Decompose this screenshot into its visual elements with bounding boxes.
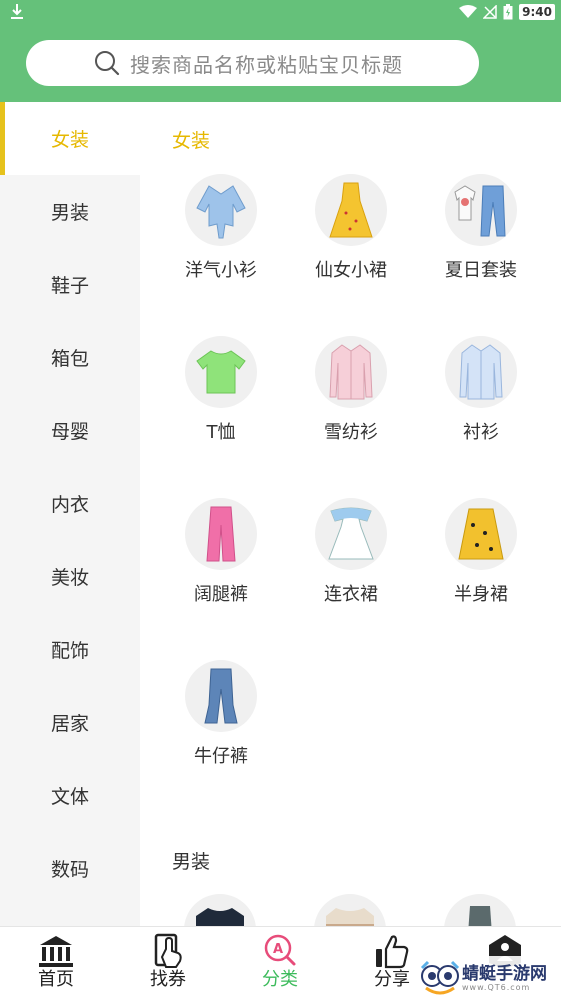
sidebar-item-label: 母婴 — [50, 421, 89, 443]
sidebar-item-label: 内衣 — [50, 494, 89, 516]
category-label: 牛仔裤 — [194, 746, 248, 767]
download-icon — [11, 4, 23, 19]
sidebar-item-shoes[interactable]: 鞋子 — [0, 248, 140, 321]
dragonfly-logo-icon — [420, 960, 460, 994]
category-item-fairy-skirt[interactable]: 仙女小裙 — [286, 174, 416, 282]
sidebar-item-label: 箱包 — [50, 348, 89, 370]
category-item-dress[interactable]: 连衣裙 — [286, 498, 416, 606]
tshirt-icon — [185, 336, 257, 408]
sidebar-item-sports[interactable]: 文体 — [0, 759, 140, 832]
nav-item-coupons[interactable]: 找券 — [112, 927, 224, 999]
sidebar-item-baby[interactable]: 母婴 — [0, 394, 140, 467]
sidebar-item-label: 女装 — [50, 129, 89, 151]
category-label: 衬衫 — [463, 422, 499, 443]
category-item-chiffon[interactable]: 雪纺衫 — [286, 336, 416, 444]
category-item-wide-pants[interactable]: 阔腿裤 — [156, 498, 286, 606]
dress-icon — [315, 498, 387, 570]
nav-label: 首页 — [38, 969, 74, 990]
nav-label: 找券 — [150, 969, 186, 990]
wifi-icon — [459, 5, 478, 18]
yellow-dress-icon — [315, 174, 387, 246]
sidebar-item-label: 男装 — [50, 202, 89, 224]
sidebar-item-label: 居家 — [50, 713, 89, 735]
category-item-skirt[interactable]: 半身裙 — [416, 498, 546, 606]
category-item-shirt[interactable]: 衬衫 — [416, 336, 546, 444]
section-title-men: 男装 — [172, 851, 211, 873]
category-label: 夏日套装 — [445, 260, 517, 281]
category-icon: A — [264, 934, 296, 966]
time-badge: 9:40 — [519, 4, 555, 20]
no-signal-icon — [483, 5, 497, 19]
sidebar-item-accessories[interactable]: 配饰 — [0, 613, 140, 686]
category-sidebar: 女装 男装 鞋子 箱包 母婴 内衣 美妆 配饰 居家 文体 数码 — [0, 102, 140, 926]
category-label: 半身裙 — [454, 584, 508, 605]
category-item-tshirt[interactable]: T恤 — [156, 336, 286, 444]
men-category-thumb[interactable] — [314, 894, 386, 926]
sidebar-item-underwear[interactable]: 内衣 — [0, 467, 140, 540]
jeans-icon — [185, 660, 257, 732]
share-icon — [376, 935, 409, 969]
category-content: 女装 洋气小衫 仙女小裙 夏日套装 T恤 雪纺衫 衬衫 阔腿裤 连衣裙 半身裙 … — [140, 102, 561, 926]
blouse-icon — [185, 174, 257, 246]
section-title-women: 女装 — [172, 130, 211, 152]
category-label: 洋气小衫 — [185, 260, 257, 281]
sidebar-item-home[interactable]: 居家 — [0, 686, 140, 759]
category-label: 阔腿裤 — [194, 584, 248, 605]
sidebar-item-beauty[interactable]: 美妆 — [0, 540, 140, 613]
skirt-icon — [445, 498, 517, 570]
watermark-sub: www.QT6.com — [462, 982, 531, 992]
category-label: 雪纺衫 — [324, 422, 378, 443]
men-category-thumb[interactable] — [444, 894, 516, 926]
status-time: 9:40 — [522, 5, 552, 19]
sidebar-item-label: 美妆 — [50, 567, 89, 589]
search-input[interactable]: 搜索商品名称或粘贴宝贝标题 — [26, 40, 479, 86]
category-item-jeans[interactable]: 牛仔裤 — [156, 660, 286, 768]
battery-icon — [503, 4, 513, 20]
nav-item-home[interactable]: 首页 — [0, 927, 112, 999]
men-category-thumb[interactable] — [184, 894, 256, 926]
sidebar-item-men[interactable]: 男装 — [0, 175, 140, 248]
wide-pants-icon — [185, 498, 257, 570]
summer-set-icon — [445, 174, 517, 246]
sidebar-item-digital[interactable]: 数码 — [0, 832, 140, 905]
shirt-icon — [445, 336, 517, 408]
nav-label: 分类 — [262, 969, 298, 990]
svg-text:A: A — [273, 942, 283, 957]
search-placeholder: 搜索商品名称或粘贴宝贝标题 — [130, 52, 403, 77]
category-label: T恤 — [206, 422, 236, 443]
sidebar-item-women[interactable]: 女装 — [0, 102, 140, 175]
status-bar: 9:40 — [0, 0, 561, 24]
nav-item-category[interactable]: A 分类 — [224, 927, 336, 999]
watermark: 蜻蜓手游网 www.QT6.com — [418, 956, 561, 999]
sidebar-item-label: 鞋子 — [50, 275, 89, 297]
category-label: 连衣裙 — [324, 584, 378, 605]
home-icon — [39, 936, 73, 967]
category-item-blouse[interactable]: 洋气小衫 — [156, 174, 286, 282]
header: 9:40 搜索商品名称或粘贴宝贝标题 — [0, 0, 561, 102]
category-label: 仙女小裙 — [315, 260, 387, 281]
chiffon-shirt-icon — [315, 336, 387, 408]
status-icons: 9:40 — [459, 3, 555, 21]
sidebar-item-label: 文体 — [50, 786, 89, 808]
sidebar-item-label: 数码 — [50, 859, 89, 881]
coupon-icon — [154, 933, 182, 968]
watermark-text: 蜻蜓手游网 — [462, 963, 547, 984]
category-item-summer-set[interactable]: 夏日套装 — [416, 174, 546, 282]
search-icon — [95, 51, 120, 76]
sidebar-item-label: 配饰 — [50, 640, 89, 662]
sidebar-item-bags[interactable]: 箱包 — [0, 321, 140, 394]
